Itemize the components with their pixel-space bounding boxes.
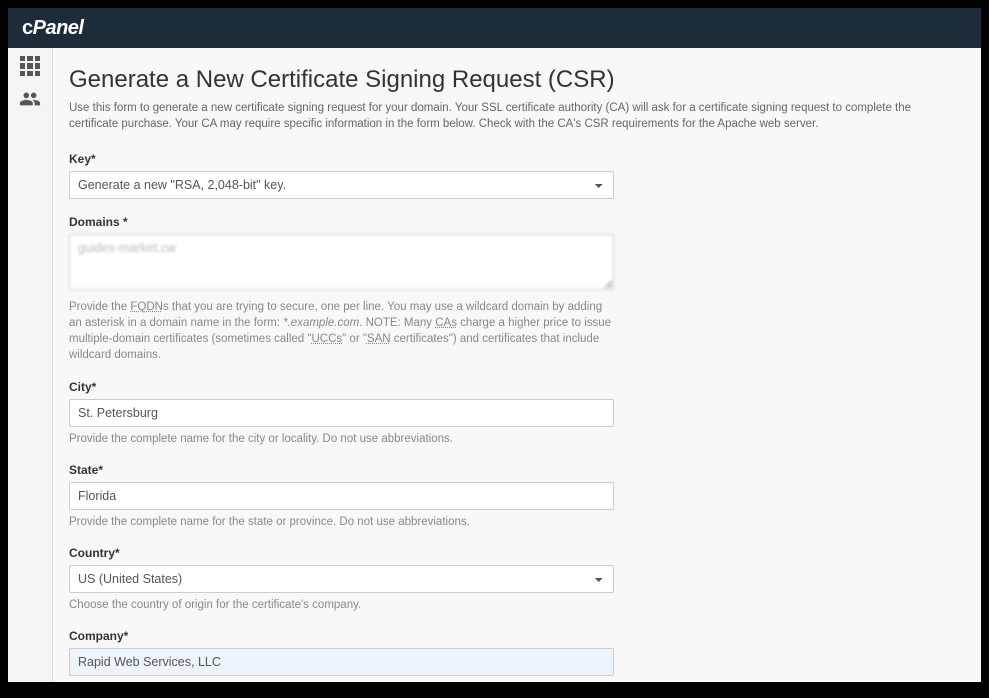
state-help: Provide the complete name for the state … (69, 514, 614, 530)
city-help: Provide the complete name for the city o… (69, 431, 614, 447)
city-input[interactable] (69, 399, 614, 427)
company-label: Company* (69, 629, 961, 643)
page-intro: Use this form to generate a new certific… (69, 100, 961, 132)
main-content: Generate a New Certificate Signing Reque… (53, 48, 981, 682)
country-label: Country* (69, 546, 961, 560)
key-label: Key* (69, 152, 961, 166)
app-header: cPanel (8, 8, 981, 48)
domains-help: Provide the FQDNs that you are trying to… (69, 299, 614, 363)
page-title: Generate a New Certificate Signing Reque… (69, 66, 961, 94)
company-help: Provide the legally-registered name for … (69, 680, 614, 682)
cpanel-logo: cPanel (22, 17, 83, 40)
sidebar (8, 48, 53, 682)
company-input[interactable] (69, 648, 614, 676)
country-select[interactable]: US (United States) (69, 565, 614, 593)
key-select[interactable]: Generate a new "RSA, 2,048-bit" key. (69, 171, 614, 199)
state-input[interactable] (69, 482, 614, 510)
apps-grid-icon[interactable] (20, 56, 40, 76)
country-help: Choose the country of origin for the cer… (69, 597, 614, 613)
users-icon[interactable] (19, 88, 41, 115)
domains-label: Domains * (69, 215, 961, 229)
state-label: State* (69, 463, 961, 477)
domains-textarea[interactable]: guides-market.cw (69, 234, 614, 290)
city-label: City* (69, 380, 961, 394)
